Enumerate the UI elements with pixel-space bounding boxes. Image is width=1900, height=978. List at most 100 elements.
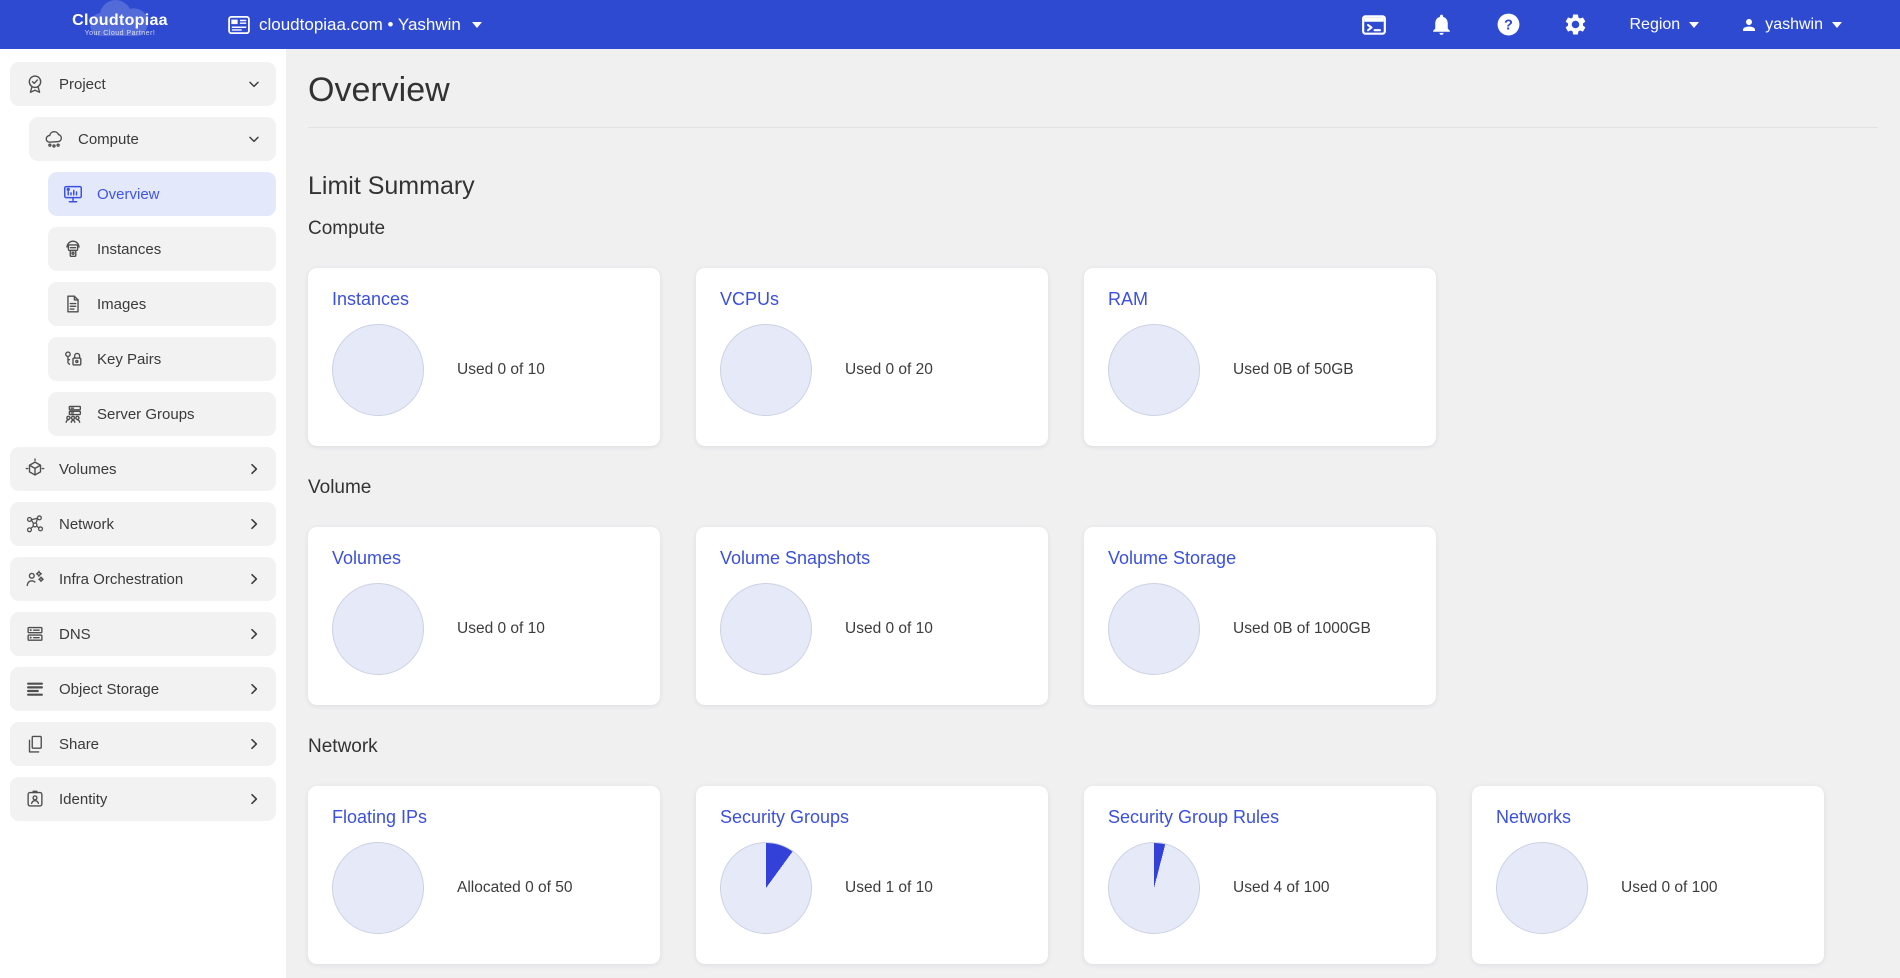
limit-card-volumes: Volumes Used 0 of 10 [308, 527, 660, 705]
limit-card-title-link[interactable]: Security Group Rules [1108, 807, 1279, 828]
group-heading-volume: Volume [308, 477, 1878, 499]
chevron-right-icon [246, 736, 262, 752]
user-menu[interactable]: yashwin [1740, 16, 1842, 34]
instances-icon [62, 238, 84, 260]
chevron-down-icon [246, 131, 262, 147]
chevron-down-icon [246, 76, 262, 92]
sidebar-item-label: Server Groups [97, 406, 262, 423]
region-dropdown[interactable]: Region [1629, 16, 1699, 34]
network-card-row: Floating IPs Allocated 0 of 50 Security … [308, 786, 1878, 964]
sidebar-item-label: Project [59, 76, 246, 93]
usage-pie-chart [1496, 842, 1588, 934]
cube-icon [24, 458, 46, 480]
usage-pie-chart [720, 324, 812, 416]
sidebar-item-label: Instances [97, 241, 262, 258]
help-button[interactable]: ? [1495, 12, 1521, 38]
sidebar-item-label: Overview [97, 186, 262, 203]
sidebar-item-images[interactable]: Images [48, 282, 276, 326]
limit-card-ram: RAM Used 0B of 50GB [1084, 268, 1436, 446]
sidebar-item-label: Identity [59, 791, 246, 808]
sidebar-item-project[interactable]: Project [10, 62, 276, 106]
usage-pie-chart [332, 842, 424, 934]
chevron-right-icon [246, 791, 262, 807]
sidebar-item-label: Network [59, 516, 246, 533]
server-groups-icon [62, 403, 84, 425]
sidebar-item-label: Key Pairs [97, 351, 262, 368]
limit-card-floating-ips: Floating IPs Allocated 0 of 50 [308, 786, 660, 964]
limit-card-title-link[interactable]: Networks [1496, 807, 1571, 828]
chevron-right-icon [246, 571, 262, 587]
sidebar-item-overview[interactable]: Overview [48, 172, 276, 216]
settings-button[interactable] [1562, 12, 1588, 38]
network-nodes-icon [24, 513, 46, 535]
identity-badge-icon [24, 788, 46, 810]
sidebar-item-identity[interactable]: Identity [10, 777, 276, 821]
limit-card-title-link[interactable]: Security Groups [720, 807, 849, 828]
sidebar-item-label: Images [97, 296, 262, 313]
sidebar-item-infra-orchestration[interactable]: Infra Orchestration [10, 557, 276, 601]
limit-summary-heading: Limit Summary [308, 172, 1878, 201]
group-heading-network: Network [308, 736, 1878, 758]
limit-card-title-link[interactable]: Floating IPs [332, 807, 427, 828]
limit-card-title-link[interactable]: RAM [1108, 289, 1148, 310]
compute-card-row: Instances Used 0 of 10 VCPUs Used 0 of 2… [308, 268, 1878, 446]
logo-tagline: Your Cloud Partner! [50, 30, 190, 37]
usage-text: Used 0 of 10 [457, 620, 545, 638]
help-icon: ? [1496, 12, 1521, 37]
chevron-down-icon [472, 22, 482, 28]
document-icon [62, 293, 84, 315]
chevron-right-icon [246, 461, 262, 477]
region-label: Region [1629, 16, 1680, 34]
sidebar-item-share[interactable]: Share [10, 722, 276, 766]
main-content: Overview Limit Summary Compute Instances… [286, 49, 1900, 978]
user-icon [1740, 16, 1758, 34]
usage-pie-chart [1108, 583, 1200, 675]
billboard-icon [228, 16, 250, 34]
console-button[interactable] [1361, 12, 1387, 38]
project-badge-icon [24, 73, 46, 95]
sidebar-item-dns[interactable]: DNS [10, 612, 276, 656]
key-lock-icon [62, 348, 84, 370]
sidebar-item-compute[interactable]: Compute [29, 117, 276, 161]
usage-pie-chart [720, 583, 812, 675]
sidebar-item-volumes[interactable]: Volumes [10, 447, 276, 491]
domain-project-selector[interactable]: cloudtopiaa.com • Yashwin [228, 15, 482, 35]
chevron-right-icon [246, 681, 262, 697]
limit-card-title-link[interactable]: VCPUs [720, 289, 779, 310]
sidebar-item-instances[interactable]: Instances [48, 227, 276, 271]
limit-card-volume-storage: Volume Storage Used 0B of 1000GB [1084, 527, 1436, 705]
sidebar-item-label: Object Storage [59, 681, 246, 698]
chevron-down-icon [1832, 22, 1842, 28]
usage-text: Used 0 of 10 [845, 620, 933, 638]
dns-servers-icon [24, 623, 46, 645]
context-selector-label: cloudtopiaa.com • Yashwin [259, 15, 461, 35]
share-pages-icon [24, 733, 46, 755]
usage-pie-chart [1108, 842, 1200, 934]
sidebar-item-object-storage[interactable]: Object Storage [10, 667, 276, 711]
limit-card-title-link[interactable]: Instances [332, 289, 409, 310]
usage-text: Used 1 of 10 [845, 879, 933, 897]
title-divider [308, 127, 1878, 128]
limit-card-title-link[interactable]: Volume Storage [1108, 548, 1236, 569]
chevron-down-icon [1689, 22, 1699, 28]
limit-card-title-link[interactable]: Volume Snapshots [720, 548, 870, 569]
logo-title: Cloudtopiaa [50, 12, 190, 30]
brand-logo[interactable]: Cloudtopiaa Your Cloud Partner! [50, 12, 190, 37]
sidebar-item-key-pairs[interactable]: Key Pairs [48, 337, 276, 381]
limit-card-security-group-rules: Security Group Rules Used 4 of 100 [1084, 786, 1436, 964]
sidebar-item-label: Volumes [59, 461, 246, 478]
usage-text: Used 4 of 100 [1233, 879, 1330, 897]
limit-card-security-groups: Security Groups Used 1 of 10 [696, 786, 1048, 964]
limit-card-instances: Instances Used 0 of 10 [308, 268, 660, 446]
sidebar-item-network[interactable]: Network [10, 502, 276, 546]
sidebar-item-label: Infra Orchestration [59, 571, 246, 588]
console-icon [1361, 12, 1387, 38]
sidebar-item-server-groups[interactable]: Server Groups [48, 392, 276, 436]
usage-text: Used 0 of 100 [1621, 879, 1718, 897]
notifications-button[interactable] [1428, 12, 1454, 38]
limit-card-title-link[interactable]: Volumes [332, 548, 401, 569]
gear-icon [1563, 12, 1588, 37]
chevron-right-icon [246, 626, 262, 642]
chevron-right-icon [246, 516, 262, 532]
cloud-icon [43, 128, 65, 150]
